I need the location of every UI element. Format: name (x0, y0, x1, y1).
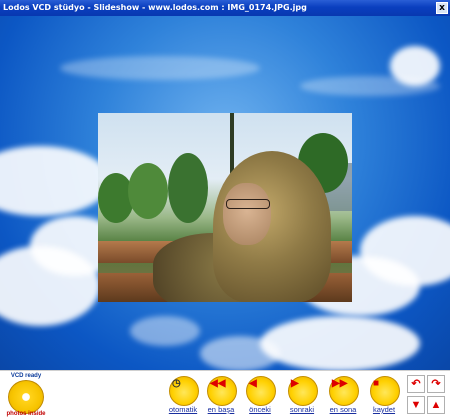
next-button[interactable]: ▶ sonraki (284, 374, 320, 418)
forward-to-end-icon: ▶▶ (329, 376, 359, 406)
clock-icon: ◷ (169, 376, 199, 406)
previous-label: önceki (249, 405, 271, 414)
save-icon: ■ (370, 376, 400, 406)
arrow-up-icon: ▲ (430, 399, 442, 411)
badge-bottom-text: photos inside (6, 411, 46, 417)
autoplay-button[interactable]: ◷ otomatik (165, 374, 201, 418)
close-button[interactable]: x (436, 2, 448, 14)
previous-button[interactable]: ◀ önceki (242, 374, 278, 418)
last-label: en sona (329, 405, 357, 414)
save-button[interactable]: ■ kaydet (366, 374, 402, 418)
badge-top-text: VCD ready (10, 373, 42, 379)
rotate-right-icon: ↷ (431, 378, 441, 390)
move-up-button[interactable]: ▲ (427, 396, 445, 414)
first-label: en başa (207, 405, 235, 414)
save-label: kaydet (372, 405, 396, 414)
move-down-button[interactable]: ▼ (407, 396, 425, 414)
rotate-left-button[interactable]: ↶ (407, 375, 425, 393)
rewind-to-start-icon: ◀◀ (207, 376, 237, 406)
last-button[interactable]: ▶▶ en sona (325, 374, 361, 418)
slideshow-photo (98, 113, 352, 302)
bottom-toolbar: VCD ready photos inside ◷ otomatik ◀◀ en… (0, 370, 450, 420)
next-label: sonraki (289, 405, 315, 414)
person-face (223, 183, 271, 245)
person-glasses (226, 199, 270, 209)
rotate-left-icon: ↶ (411, 378, 421, 390)
arrow-down-icon: ▼ (410, 399, 422, 411)
slideshow-window: Lodos VCD stüdyo - Slideshow - www.lodos… (0, 0, 450, 420)
cd-disc-icon (8, 380, 44, 414)
sky-background (0, 16, 450, 370)
vcd-ready-badge: VCD ready photos inside (2, 373, 50, 418)
first-button[interactable]: ◀◀ en başa (203, 374, 239, 418)
rotate-right-button[interactable]: ↷ (427, 375, 445, 393)
close-icon: x (439, 3, 445, 13)
previous-icon: ◀ (246, 376, 276, 406)
autoplay-label: otomatik (168, 405, 198, 414)
window-title: Lodos VCD stüdyo - Slideshow - www.lodos… (3, 3, 307, 12)
title-bar: Lodos VCD stüdyo - Slideshow - www.lodos… (0, 0, 450, 16)
next-icon: ▶ (288, 376, 318, 406)
